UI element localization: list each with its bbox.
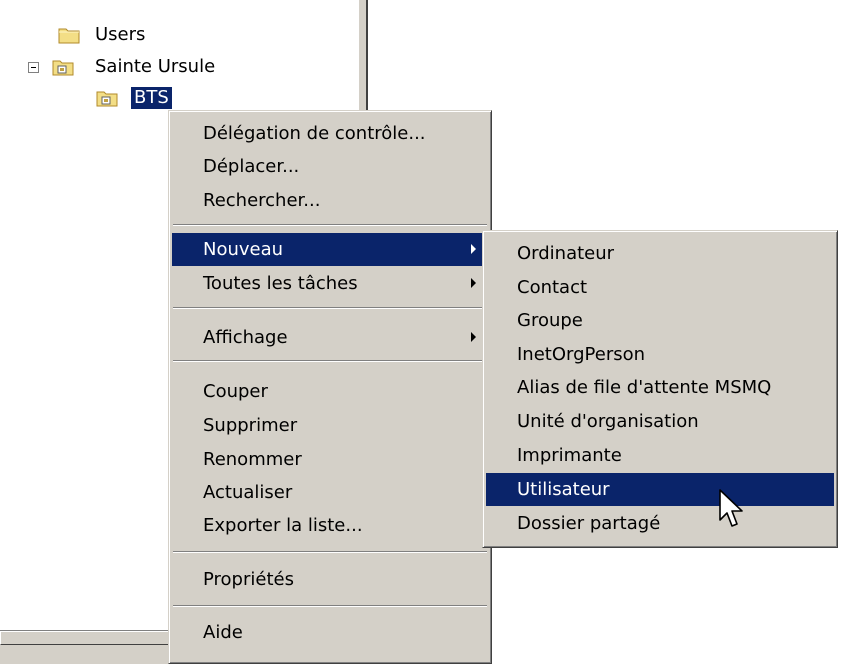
menu-item-label: Dossier partagé [517, 513, 661, 534]
menu-item-label: Aide [203, 622, 243, 643]
submenu-arrow-icon [471, 332, 476, 342]
menu-item-label: Actualiser [203, 482, 293, 503]
menu-item-nouveau[interactable]: Nouveau [172, 233, 488, 266]
submenu-item-inetorgperson[interactable]: InetOrgPerson [486, 338, 834, 371]
menu-item-label: Rechercher... [203, 190, 321, 211]
submenu-item-dossier-partage[interactable]: Dossier partagé [486, 507, 834, 540]
menu-item-aide[interactable]: Aide [172, 616, 488, 649]
submenu-item-ordinateur[interactable]: Ordinateur [486, 237, 834, 270]
menu-item-label: Supprimer [203, 415, 298, 436]
menu-item-label: InetOrgPerson [517, 344, 646, 365]
menu-item-label: Propriétés [203, 569, 294, 590]
menu-item-label: Renommer [203, 449, 302, 470]
menu-separator [173, 360, 487, 362]
menu-item-label: Imprimante [517, 445, 622, 466]
submenu-item-alias-msmq[interactable]: Alias de file d'attente MSMQ [486, 371, 834, 404]
submenu-arrow-icon [471, 278, 476, 288]
menu-item-affichage[interactable]: Affichage [172, 321, 488, 354]
menu-item-deplacer[interactable]: Déplacer... [172, 150, 488, 183]
context-menu: Délégation de contrôle... Déplacer... Re… [168, 110, 492, 664]
menu-item-actualiser[interactable]: Actualiser [172, 476, 488, 509]
submenu-item-contact[interactable]: Contact [486, 271, 834, 304]
menu-item-label: Utilisateur [517, 479, 610, 500]
menu-item-delegation[interactable]: Délégation de contrôle... [172, 117, 488, 150]
menu-item-rechercher[interactable]: Rechercher... [172, 184, 488, 217]
menu-item-exporter-liste[interactable]: Exporter la liste... [172, 509, 488, 542]
submenu-arrow-icon [471, 244, 476, 254]
menu-item-label: Unité d'organisation [517, 411, 699, 432]
menu-item-label: Déplacer... [203, 156, 300, 177]
menu-item-label: Exporter la liste... [203, 515, 363, 536]
tree-label: Users [95, 24, 146, 45]
scrollbar-thumb[interactable] [0, 631, 190, 645]
menu-separator [173, 551, 487, 553]
menu-item-label: Contact [517, 277, 588, 298]
submenu-item-utilisateur[interactable]: Utilisateur [486, 473, 834, 506]
menu-separator [173, 224, 487, 226]
ou-folder-icon [96, 91, 118, 107]
menu-item-label: Affichage [203, 327, 288, 348]
menu-item-label: Alias de file d'attente MSMQ [517, 377, 772, 398]
tree-label: Sainte Ursule [95, 56, 216, 77]
menu-item-supprimer[interactable]: Supprimer [172, 409, 488, 442]
tree-label-selected: BTS [131, 87, 172, 109]
menu-item-label: Toutes les tâches [203, 273, 358, 294]
menu-item-couper[interactable]: Couper [172, 375, 488, 408]
menu-separator [173, 307, 487, 309]
submenu-item-imprimante[interactable]: Imprimante [486, 439, 834, 472]
menu-item-label: Groupe [517, 310, 583, 331]
menu-item-label: Couper [203, 381, 268, 402]
menu-item-toutes-les-taches[interactable]: Toutes les tâches [172, 267, 488, 300]
menu-item-label: Ordinateur [517, 243, 615, 264]
menu-item-proprietes[interactable]: Propriétés [172, 563, 488, 596]
submenu-nouveau: Ordinateur Contact Groupe InetOrgPerson … [482, 230, 838, 548]
collapse-toggle-icon[interactable] [28, 62, 39, 73]
submenu-item-unite-organisation[interactable]: Unité d'organisation [486, 405, 834, 438]
menu-item-renommer[interactable]: Renommer [172, 443, 488, 476]
submenu-item-groupe[interactable]: Groupe [486, 304, 834, 337]
menu-item-label: Délégation de contrôle... [203, 123, 426, 144]
menu-separator [173, 605, 487, 607]
folder-icon [58, 28, 80, 44]
ou-folder-icon [52, 60, 74, 76]
menu-item-label: Nouveau [203, 239, 284, 260]
mouse-pointer-icon [719, 489, 743, 527]
